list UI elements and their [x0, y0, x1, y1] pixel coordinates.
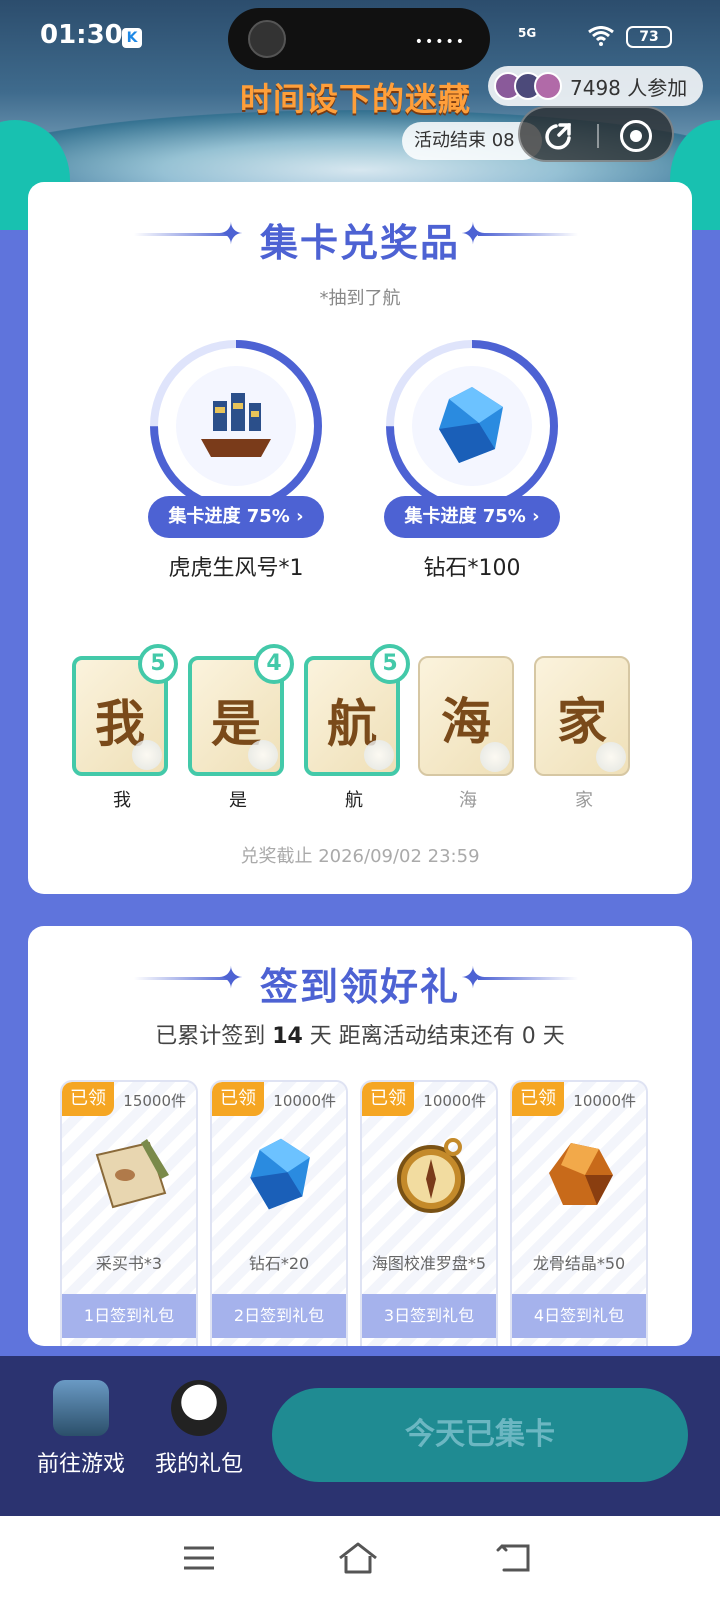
claimed-badge: 已领	[512, 1082, 564, 1116]
flower-decor-icon	[364, 740, 394, 770]
char-card[interactable]: 我 5	[72, 644, 178, 776]
card-count-badge: 5	[138, 644, 178, 684]
bottom-action-bar: 前往游戏 我的礼包 今天已集卡	[0, 1356, 720, 1516]
gift-name: 采买书*3	[95, 1254, 163, 1273]
collect-progress-button[interactable]: 集卡进度 75% ›	[148, 496, 324, 538]
share-icon[interactable]	[542, 120, 574, 152]
miniapp-capsule	[518, 106, 674, 162]
collect-today-button[interactable]: 今天已集卡	[272, 1388, 688, 1482]
home-icon[interactable]	[336, 1536, 380, 1580]
flower-decor-icon	[480, 742, 510, 772]
gift-name: 龙骨结晶*50	[532, 1254, 626, 1273]
checkin-title: 签到领好礼	[259, 965, 460, 1009]
char-card-label: 是	[229, 790, 247, 811]
gift-stock: 15000件	[123, 1092, 186, 1110]
diamond-icon	[412, 366, 532, 486]
checkin-gift[interactable]: 已领 15000件 采买书*3 1日签到礼包	[60, 1080, 198, 1346]
system-nav-bar	[0, 1516, 720, 1600]
wifi-icon	[588, 26, 614, 46]
signal-icon: 5G	[518, 26, 537, 40]
event-title: 时间设下的迷藏	[240, 80, 472, 118]
menu-icon[interactable]	[178, 1536, 222, 1580]
flower-decor-icon	[132, 740, 162, 770]
battery-icon: 73	[626, 26, 672, 48]
flower-decor-icon	[248, 740, 278, 770]
card-count-badge: 5	[370, 644, 410, 684]
crystal-icon	[536, 1130, 626, 1220]
my-gifts-label: 我的礼包	[154, 1452, 243, 1477]
checkin-gift[interactable]: 已领 10000件 海图校准罗盘*5 3日签到礼包	[360, 1080, 498, 1346]
k-app-icon: K	[122, 28, 142, 48]
checkin-gift[interactable]: 已领 10000件 龙骨结晶*50 4日签到礼包	[510, 1080, 648, 1346]
gift-stock: 10000件	[573, 1092, 636, 1110]
char-card[interactable]: 是 4	[188, 644, 294, 776]
collect-title: 集卡兑奖品	[259, 221, 460, 265]
scroll-icon	[86, 1130, 176, 1220]
collect-progress-button[interactable]: 集卡进度 75% ›	[384, 496, 560, 538]
title-line-right	[478, 977, 578, 980]
gift-day-label: 2日签到礼包	[212, 1294, 346, 1338]
avatar-stack	[494, 72, 562, 100]
title-line-right	[478, 233, 578, 236]
char-card-label: 我	[113, 790, 131, 811]
checkin-summary-prefix: 已累计签到	[155, 1024, 273, 1049]
my-gifts-button[interactable]: 我的礼包	[144, 1380, 254, 1478]
back-icon[interactable]	[494, 1536, 538, 1580]
gift-avatar-icon	[171, 1380, 227, 1436]
checkin-gift[interactable]: 已领 10000件 钻石*20 2日签到礼包	[210, 1080, 348, 1346]
checkin-days-count: 14	[272, 1024, 303, 1049]
claimed-badge: 已领	[362, 1082, 414, 1116]
status-time: 01:30	[40, 20, 123, 50]
participant-count: 7498 人参加	[570, 75, 688, 100]
status-bar: 01:30 K ••••• 5G 73	[0, 0, 720, 70]
checkin-summary: 已累计签到 14 天 距离活动结束还有 0 天	[28, 1018, 692, 1050]
gift-day-label: 3日签到礼包	[362, 1294, 496, 1338]
redeem-deadline: 兑奖截止 2026/09/02 23:59	[240, 846, 480, 867]
claimed-badge: 已领	[212, 1082, 264, 1116]
char-card-label: 航	[345, 790, 363, 811]
prize-name: 虎虎生风号*1	[168, 556, 304, 581]
char-card-label: 海	[459, 790, 477, 811]
gift-day-label: 4日签到礼包	[512, 1294, 646, 1338]
gift-stock: 10000件	[423, 1092, 486, 1110]
participants-badge: 7498 人参加	[488, 66, 704, 106]
collect-cards-panel: ✦ 集卡兑奖品 ✦ *抽到了航 集卡进度 75% › 虎虎生风号*1 集卡进度 …	[28, 182, 692, 894]
char-card-label: 家	[575, 790, 593, 811]
char-card[interactable]: 航 5	[304, 644, 410, 776]
checkin-summary-suffix: 天 距离活动结束还有 0 天	[302, 1024, 565, 1049]
card-count-badge: 4	[254, 644, 294, 684]
char-card[interactable]: 海	[418, 656, 514, 776]
close-miniapp-icon[interactable]	[620, 120, 652, 152]
go-to-game-label: 前往游戏	[36, 1452, 125, 1477]
claimed-badge: 已领	[62, 1082, 114, 1116]
island-dots: •••••	[414, 34, 466, 50]
game-logo-icon	[248, 20, 286, 58]
go-to-game-button[interactable]: 前往游戏	[26, 1380, 136, 1478]
gift-name: 海图校准罗盘*5	[371, 1254, 487, 1273]
game-icon	[53, 1380, 109, 1436]
dynamic-island: •••••	[228, 8, 490, 70]
diamond-icon	[236, 1130, 326, 1220]
gift-name: 钻石*20	[248, 1254, 310, 1273]
capsule-divider	[597, 124, 599, 148]
checkin-panel: ✦ 签到领好礼 ✦ 已累计签到 14 天 距离活动结束还有 0 天 已领 150…	[28, 926, 692, 1346]
gift-day-label: 1日签到礼包	[62, 1294, 196, 1338]
compass-icon	[386, 1130, 476, 1220]
prize-name: 钻石*100	[423, 556, 521, 581]
flower-decor-icon	[596, 742, 626, 772]
ship-icon	[176, 366, 296, 486]
gift-stock: 10000件	[273, 1092, 336, 1110]
char-card[interactable]: 家	[534, 656, 630, 776]
collect-note: *抽到了航	[319, 288, 401, 309]
